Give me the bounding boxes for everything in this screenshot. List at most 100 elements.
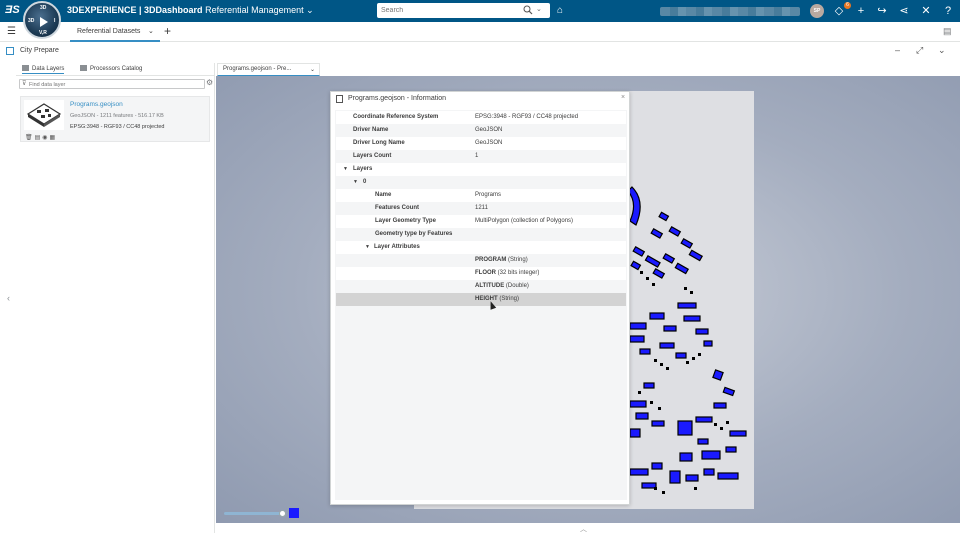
layer-thumbnail-icon: [24, 100, 64, 130]
chevron-down-icon[interactable]: ⌄: [148, 22, 154, 41]
app-name: Referential Management: [205, 5, 304, 15]
share-network-icon[interactable]: ⋖: [897, 4, 911, 18]
delete-icon[interactable]: 🗑: [25, 135, 35, 141]
attribute-row[interactable]: FLOOR (32 bits integer): [336, 267, 626, 280]
visibility-eye-icon[interactable]: ◉: [42, 135, 49, 141]
info-row-key: Driver Long Name: [353, 140, 405, 146]
search-options-chevron-icon[interactable]: ⌄: [536, 5, 542, 13]
tab-data-layers[interactable]: Data Layers: [22, 65, 65, 74]
compass-icon[interactable]: 3D 3D I V,R: [23, 1, 61, 39]
brand-title: 3DEXPERIENCE | 3DDashboard: [67, 5, 203, 15]
attribute-name: PROGRAM: [475, 257, 507, 263]
attribute-name: ALTITUDE: [475, 283, 505, 289]
data-layers-panel: Data Layers Processors Catalog ⊽ ⚙ Progr…: [16, 63, 215, 533]
expand-triangle-icon[interactable]: ▼: [343, 166, 348, 172]
tree-node-layer-attributes[interactable]: ▼ Layer Attributes: [336, 241, 626, 254]
info-row: Name Programs: [336, 189, 626, 202]
tab-map-preview[interactable]: Programs.geojson - Pre... ⌄: [217, 63, 320, 76]
maximize-icon[interactable]: ⤢: [916, 45, 923, 56]
compass-west-label: 3D: [28, 18, 35, 24]
layer-color-swatch[interactable]: [289, 508, 299, 518]
info-row-value: GeoJSON: [475, 127, 503, 133]
info-row: Geometry type by Features: [336, 228, 626, 241]
ds-logo-icon: ƎS: [5, 4, 20, 16]
chat-icon[interactable]: ▤: [943, 26, 952, 37]
info-row-key: Coordinate Reference System: [353, 114, 439, 120]
chevron-down-icon[interactable]: ⌄: [306, 5, 314, 15]
attribute-type: (32 bits integer): [497, 270, 540, 276]
user-name-blurred: [660, 7, 800, 16]
layer-name[interactable]: Programs.geojson: [70, 101, 123, 108]
attribute-type: (Double): [505, 283, 529, 289]
tree-node-layer-0[interactable]: ▼ 0: [336, 176, 626, 189]
building-footprints: [627, 186, 747, 489]
tools-icon[interactable]: ✕: [919, 4, 933, 18]
tab-label: Referential Datasets: [77, 28, 141, 35]
tab-processors-catalog[interactable]: Processors Catalog: [80, 65, 142, 72]
find-data-layer-box[interactable]: ⊽: [19, 79, 205, 89]
info-row-value: Programs: [475, 192, 502, 198]
info-row-key: Layers Count: [353, 153, 392, 159]
panel-tabs: Data Layers Processors Catalog: [16, 63, 215, 76]
expand-triangle-icon[interactable]: ▼: [353, 179, 358, 185]
find-data-layer-input[interactable]: [29, 81, 199, 88]
info-row-key: Layer Geometry Type: [375, 218, 436, 224]
layer-card[interactable]: Programs.geojson GeoJSON - 1211 features…: [20, 96, 210, 142]
dialog-body: Coordinate Reference System EPSG:3948 - R…: [335, 110, 627, 500]
opacity-slider[interactable]: [224, 512, 284, 515]
info-row: Driver Long Name GeoJSON: [336, 137, 626, 150]
info-row-key: 0: [363, 179, 367, 185]
close-icon[interactable]: ×: [621, 94, 625, 101]
menu-icon[interactable]: ☰: [7, 26, 16, 37]
catalog-icon: [80, 65, 87, 71]
collapse-panel-chevron-icon[interactable]: ‹: [7, 293, 10, 303]
info-row: Features Count 1211: [336, 202, 626, 215]
minimize-icon[interactable]: –: [895, 45, 900, 55]
info-row-value: EPSG:3948 - RGF93 / CC48 projected: [475, 114, 579, 120]
info-row: Layers Count 1: [336, 150, 626, 163]
info-row-key: Layer Attributes: [374, 244, 420, 250]
widget-menu-chevron-icon[interactable]: ⌄: [938, 45, 946, 56]
info-row: Coordinate Reference System EPSG:3948 - R…: [336, 111, 626, 124]
opacity-slider-handle[interactable]: [279, 510, 286, 517]
tab-processors-catalog-label: Processors Catalog: [90, 66, 143, 72]
tag-icon[interactable]: ⌂: [557, 5, 563, 16]
attribute-row[interactable]: ALTITUDE (Double): [336, 280, 626, 293]
share-arrow-icon[interactable]: ↪: [875, 4, 889, 18]
expand-triangle-icon[interactable]: ▼: [365, 244, 370, 250]
notification-count-badge: 6: [844, 2, 851, 9]
attribute-type: (String): [499, 296, 520, 302]
table-icon[interactable]: ▦: [50, 135, 58, 141]
info-row-key: Layers: [353, 166, 373, 172]
gear-icon[interactable]: ⚙: [206, 78, 213, 87]
search-input[interactable]: [381, 5, 511, 16]
attribute-row-highlighted[interactable]: HEIGHT (String): [336, 293, 626, 306]
info-row-key: Name: [375, 192, 392, 198]
attribute-row[interactable]: PROGRAM (String): [336, 254, 626, 267]
info-row: Layer Geometry Type MultiPolygon (collect…: [336, 215, 626, 228]
info-row: Driver Name GeoJSON: [336, 124, 626, 137]
layer-meta: GeoJSON - 1211 features - 516.17 KB: [70, 113, 164, 119]
info-row-value: MultiPolygon (collection of Polygons): [475, 218, 574, 224]
platform-brand[interactable]: 3DEXPERIENCE | 3DDashboard Referential M…: [67, 5, 314, 16]
chevron-down-icon[interactable]: ⌄: [310, 66, 315, 73]
avatar[interactable]: SP: [810, 4, 824, 18]
search-box[interactable]: ⌄: [377, 3, 550, 18]
layer-actions: 🗑▤◉▦: [25, 134, 57, 141]
expand-up-chevron-icon[interactable]: ︿: [580, 524, 587, 534]
add-icon[interactable]: +: [854, 4, 868, 18]
compass-east-label: I: [54, 18, 56, 24]
filter-icon: ⊽: [22, 81, 27, 87]
top-bar: ƎS 3DEXPERIENCE | 3DDashboard Referentia…: [0, 0, 960, 22]
map-tab-label: Programs.geojson - Pre...: [223, 66, 292, 72]
compass-south-label: V,R: [39, 30, 47, 36]
help-icon[interactable]: ?: [941, 4, 955, 18]
tree-node-layers[interactable]: ▼ Layers: [336, 163, 626, 176]
search-icon[interactable]: [523, 5, 533, 15]
tab-referential-datasets[interactable]: Referential Datasets ⌄: [70, 22, 160, 42]
tab-data-layers-label: Data Layers: [32, 66, 65, 72]
add-tab-icon[interactable]: +: [164, 24, 171, 38]
information-dialog: Programs.geojson - Information × Coordin…: [330, 91, 630, 505]
dialog-header: Programs.geojson - Information ×: [331, 92, 629, 106]
compass-north-label: 3D: [40, 5, 47, 11]
